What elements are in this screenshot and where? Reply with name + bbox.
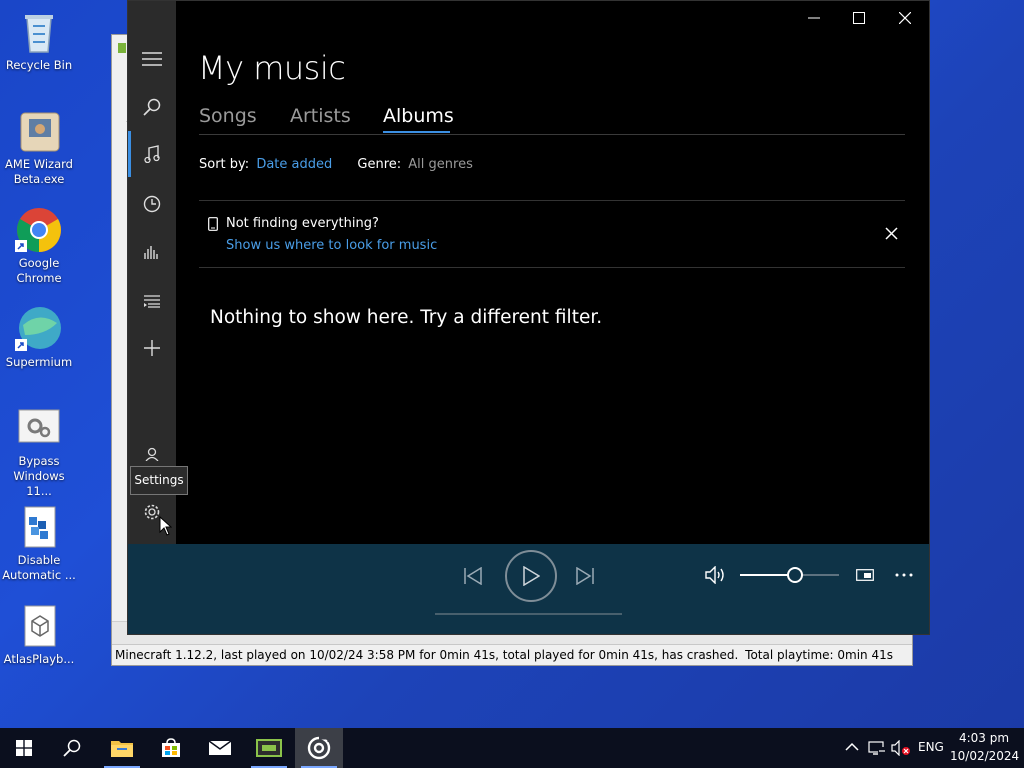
desktop-icon-recycle-bin[interactable]: Recycle Bin <box>0 8 78 73</box>
chrome-icon <box>15 206 63 254</box>
genre-label: Genre: <box>357 157 402 172</box>
language-indicator[interactable]: ENG <box>918 740 944 754</box>
tab-albums[interactable]: Albums <box>383 105 454 127</box>
status-bar: Minecraft 1.12.2, last played on 10/02/2… <box>112 644 912 665</box>
taskbar: ENG 4:03 pm 10/02/2024 <box>0 728 1024 768</box>
network-icon[interactable] <box>867 740 887 759</box>
desktop-icon-bypass-windows[interactable]: Bypass Windows 11... <box>0 404 78 499</box>
desktop-icon-label: Bypass Windows 11... <box>13 454 65 498</box>
groove-music-window[interactable]: My music Songs Artists Albums Sort by: D… <box>127 0 930 635</box>
clock-time[interactable]: 4:03 pm <box>954 731 1014 745</box>
playback-bar <box>128 544 929 634</box>
close-button[interactable] <box>882 1 928 35</box>
desktop-icon-ame-wizard[interactable]: AME Wizard Beta.exe <box>0 107 78 187</box>
search-icon[interactable] <box>128 84 176 130</box>
play-icon[interactable] <box>505 550 557 602</box>
notice-top-divider <box>199 200 905 201</box>
now-playing-icon[interactable] <box>128 229 176 275</box>
tabs-divider <box>199 134 905 135</box>
more-icon[interactable] <box>892 564 916 586</box>
desktop-icon-supermium[interactable]: Supermium <box>0 305 78 370</box>
file-explorer-icon[interactable] <box>98 728 146 768</box>
chevron-up-icon[interactable] <box>845 741 859 755</box>
music-note-icon[interactable] <box>128 131 176 177</box>
maximize-button[interactable] <box>836 1 882 35</box>
desktop-icon-google-chrome[interactable]: Google Chrome <box>0 206 78 286</box>
total-playtime: Total playtime: 0min 41s <box>745 648 893 662</box>
minimize-button[interactable] <box>791 1 837 35</box>
desktop-icon-label: AtlasPlayb... <box>3 652 75 666</box>
genre-dropdown[interactable]: All genres <box>408 157 473 172</box>
settings-tooltip: Settings <box>130 466 188 495</box>
tab-artists[interactable]: Artists <box>290 105 351 127</box>
desktop-icon-disable-automatic[interactable]: Disable Automatic ... <box>0 503 78 583</box>
status-text: Minecraft 1.12.2, last played on 10/02/2… <box>115 648 739 662</box>
recycle-bin-icon <box>15 8 63 56</box>
search-icon[interactable] <box>48 728 96 768</box>
volume-muted-icon[interactable] <box>891 739 911 759</box>
launcher-app-icon <box>118 43 126 53</box>
sort-label: Sort by: <box>199 157 250 172</box>
dismiss-notice-button[interactable] <box>885 227 898 243</box>
mouse-cursor-icon <box>159 515 173 539</box>
notice-bottom-divider <box>199 267 905 268</box>
volume-icon[interactable] <box>704 564 728 586</box>
active-tab-indicator <box>383 131 450 133</box>
registry-file-icon <box>15 503 63 551</box>
desktop-icon-label: Google Chrome <box>16 256 62 285</box>
previous-icon[interactable] <box>461 564 485 588</box>
seek-bar[interactable] <box>435 613 622 615</box>
volume-thumb[interactable] <box>787 567 803 583</box>
volume-slider[interactable] <box>740 567 839 583</box>
tablet-icon <box>208 217 218 234</box>
playlists-icon[interactable] <box>128 278 176 324</box>
empty-state-message: Nothing to show here. Try a different fi… <box>210 307 603 328</box>
mail-icon[interactable] <box>196 728 244 768</box>
start-icon[interactable] <box>0 728 48 768</box>
store-icon[interactable] <box>147 728 195 768</box>
tab-songs[interactable]: Songs <box>199 105 257 127</box>
supermium-icon <box>15 305 63 353</box>
notice-title: Not finding everything? <box>226 216 379 231</box>
settings-file-icon <box>15 404 63 452</box>
ame-wizard-icon <box>15 107 63 155</box>
page-title: My music <box>198 49 346 87</box>
filter-row: Sort by: Date added Genre: All genres <box>199 157 473 172</box>
recent-icon[interactable] <box>128 181 176 227</box>
account-icon[interactable] <box>128 441 176 467</box>
desktop-icon-label: AME Wizard Beta.exe <box>5 157 73 186</box>
hamburger-icon[interactable] <box>128 36 176 82</box>
desktop-icon-label: Recycle Bin <box>5 58 73 72</box>
show-music-locations-link[interactable]: Show us where to look for music <box>226 238 437 253</box>
clock-date[interactable]: 10/02/2024 <box>950 749 1019 763</box>
mini-player-icon[interactable] <box>853 564 877 586</box>
navigation-rail <box>128 1 176 544</box>
groove-music-icon[interactable] <box>295 728 343 768</box>
sort-dropdown[interactable]: Date added <box>256 157 332 172</box>
desktop-icon-atlasplaybook[interactable]: AtlasPlayb... <box>0 602 78 667</box>
desktop-icon-label: Disable Automatic ... <box>2 553 76 582</box>
add-icon[interactable] <box>128 325 176 371</box>
next-icon[interactable] <box>573 564 597 588</box>
atlas-file-icon <box>15 602 63 650</box>
launcher-icon[interactable] <box>245 728 293 768</box>
desktop-icon-label: Supermium <box>5 355 73 369</box>
